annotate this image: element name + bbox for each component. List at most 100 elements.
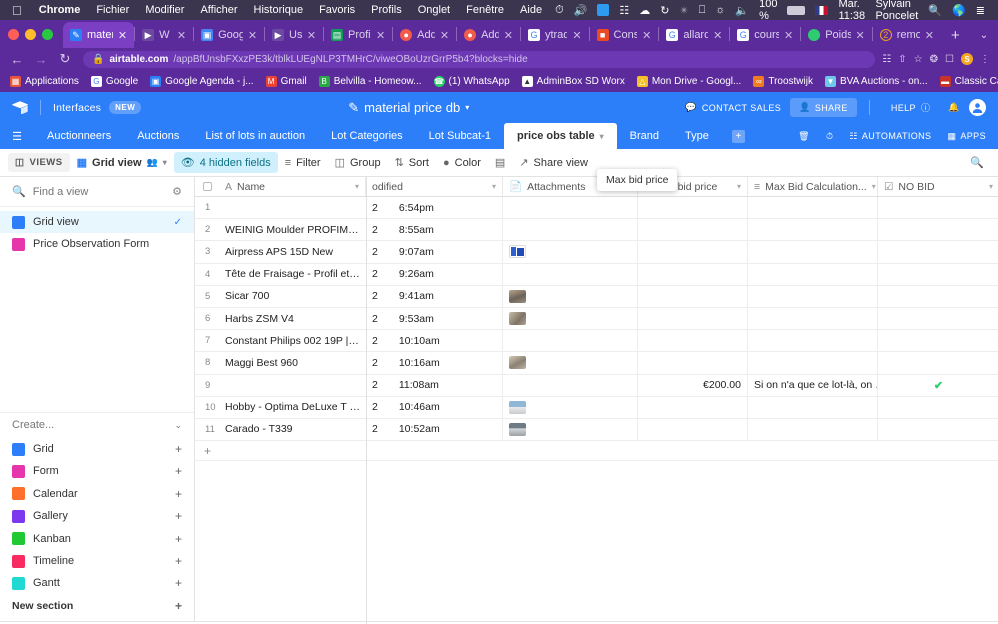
cell-no-bid[interactable]	[878, 308, 998, 329]
row-height-button[interactable]: ▤	[488, 152, 512, 173]
minimize-window-button[interactable]	[25, 28, 36, 40]
cell-max-bid-price[interactable]	[638, 285, 748, 307]
cell-name[interactable]	[219, 375, 366, 396]
cell-no-bid[interactable]	[878, 264, 998, 285]
cell-max-bid-calculation[interactable]: Si on n'a que ce lot-là, on …	[748, 374, 878, 396]
table-tab-lot-categories[interactable]: Lot Categories	[318, 123, 416, 149]
table-tab-brand[interactable]: Brand	[617, 123, 672, 149]
cell-max-bid-calculation[interactable]	[748, 352, 878, 374]
cell-name[interactable]: WEINIG Moulder PROFIM…	[219, 219, 366, 240]
sidebar-item-grid-view[interactable]: Grid view ✓	[0, 211, 194, 233]
cell-no-bid[interactable]	[878, 419, 998, 440]
table-row[interactable]: 10 Hobby - Optima DeLuxe T … 2 10:46am	[195, 396, 998, 419]
battery-icon[interactable]	[782, 5, 810, 15]
browser-tab[interactable]: ■ Cons ✕	[590, 22, 659, 48]
attachment-thumbnail[interactable]	[509, 289, 526, 303]
history-icon[interactable]: ⏱	[818, 131, 841, 142]
cell-attachments[interactable]	[503, 352, 638, 374]
close-icon[interactable]: ✕	[504, 29, 513, 42]
bookmark-item[interactable]: ▣ Google Agenda - j...	[145, 75, 258, 87]
cell-attachments[interactable]	[503, 241, 638, 263]
table-tab-type[interactable]: Type	[672, 123, 722, 149]
user-avatar-icon[interactable]	[968, 99, 986, 116]
create-grid[interactable]: Grid +	[0, 438, 194, 460]
table-row[interactable]: 4 Tête de Fraisage - Profil et… 2 9:26am	[195, 263, 998, 286]
group-button[interactable]: ◫ Group	[328, 152, 388, 173]
bookmark-item[interactable]: B Belvilla - Homeow...	[314, 75, 427, 87]
close-icon[interactable]: ✕	[118, 29, 127, 42]
close-icon[interactable]: ✕	[440, 29, 449, 42]
address-bar[interactable]: 🔒 airtable.com/appBfUnsbFXxzPE3k/tblkLUE…	[83, 50, 876, 68]
chevron-down-icon[interactable]: ▾	[989, 182, 993, 191]
window-controls[interactable]	[8, 20, 63, 48]
cell-attachments[interactable]	[503, 219, 638, 241]
select-all-checkbox[interactable]	[195, 177, 219, 196]
cell-max-bid-price[interactable]	[638, 352, 748, 374]
cell-modified[interactable]: 2 6:54pm	[366, 197, 503, 219]
table-row[interactable]: 6 Harbs ZSM V4 2 9:53am	[195, 307, 998, 331]
add-table-button[interactable]: +	[722, 123, 755, 149]
cell-max-bid-calculation[interactable]	[748, 219, 878, 241]
browser-tab[interactable]: G allard ✕	[659, 22, 729, 48]
create-calendar[interactable]: Calendar +	[0, 483, 194, 505]
wifi-icon[interactable]: ☼	[710, 4, 730, 16]
cell-attachments[interactable]	[503, 307, 638, 330]
chevron-down-icon[interactable]: ▾	[737, 182, 741, 191]
close-icon[interactable]: ✕	[248, 29, 257, 42]
create-kanban[interactable]: Kanban +	[0, 527, 194, 549]
gear-icon[interactable]: ⚙	[172, 185, 182, 198]
share-icon[interactable]: ⇧	[898, 54, 906, 65]
close-window-button[interactable]	[8, 28, 19, 40]
menu-favoris[interactable]: Favoris	[311, 4, 363, 16]
chevron-down-icon[interactable]: ▾	[600, 132, 604, 141]
globe-icon[interactable]: 🌎	[947, 4, 971, 17]
notification-icon[interactable]: 🔊	[569, 4, 593, 17]
sort-button[interactable]: ⇅ Sort	[388, 152, 436, 173]
table-tab-lot-subcat-1[interactable]: Lot Subcat-1	[416, 123, 504, 149]
cell-name[interactable]: Sicar 700	[219, 286, 366, 307]
cell-no-bid[interactable]: ✔	[878, 375, 998, 396]
chevron-down-icon[interactable]: ⌄	[174, 420, 182, 431]
profile-avatar[interactable]: S	[961, 53, 973, 65]
bookmark-item[interactable]: ▼ BVA Auctions - on...	[820, 75, 933, 87]
attachment-thumbnail[interactable]	[509, 245, 526, 259]
table-row[interactable]: 5 Sicar 700 2 9:41am	[195, 285, 998, 308]
cell-no-bid[interactable]	[878, 197, 998, 218]
cell-max-bid-calculation[interactable]	[748, 396, 878, 418]
browser-tab[interactable]: G cours ✕	[730, 22, 800, 48]
cell-max-bid-calculation[interactable]	[748, 241, 878, 263]
attachment-thumbnail[interactable]	[509, 356, 526, 370]
flag-fr-icon[interactable]	[810, 5, 833, 15]
column-header-max-bid-calculation[interactable]: ≡ Max Bid Calculation... ▾	[748, 177, 878, 196]
bookmark-item[interactable]: ☎ (1) WhatsApp	[429, 75, 515, 87]
close-icon[interactable]: ✕	[713, 29, 722, 42]
bookmark-item[interactable]: M Gmail	[261, 75, 312, 87]
cell-modified[interactable]: 2 9:07am	[366, 241, 503, 263]
cell-modified[interactable]: 2 10:16am	[366, 352, 503, 374]
forward-button[interactable]: →	[30, 52, 52, 67]
browser-tab[interactable]: ✎ mater ✕	[63, 22, 135, 48]
bookmark-item[interactable]: ▲ AdminBox SD Worx	[517, 75, 630, 87]
cloud-icon[interactable]: ☁	[634, 4, 655, 17]
hamburger-icon[interactable]: ☰	[0, 123, 34, 149]
cell-max-bid-price[interactable]	[638, 418, 748, 441]
plus-icon[interactable]: +	[175, 442, 182, 456]
cell-modified[interactable]: 2 9:26am	[366, 263, 503, 285]
close-icon[interactable]: ✕	[784, 29, 793, 42]
bookmark-item[interactable]: ∞ Troostwijk	[748, 75, 818, 87]
volume-icon[interactable]: 🔈	[730, 4, 754, 17]
plus-icon[interactable]: +	[204, 444, 375, 458]
plus-icon[interactable]: +	[175, 532, 182, 546]
cell-attachments[interactable]	[503, 396, 638, 418]
browser-tab[interactable]: Poids ✕	[801, 22, 872, 48]
control-center-icon[interactable]: ≣	[971, 4, 990, 17]
tab-search-chevron-icon[interactable]: ⌄	[970, 22, 998, 48]
chevron-down-icon[interactable]: ▾	[355, 182, 359, 191]
apps-button[interactable]: ▦ APPS	[939, 131, 998, 142]
sidebar-item-price-observation-form[interactable]: Price Observation Form	[0, 233, 194, 255]
find-view-row[interactable]: 🔍 ⚙	[0, 177, 194, 207]
cell-max-bid-price[interactable]	[638, 241, 748, 263]
grid-icon[interactable]: ☷	[614, 4, 634, 17]
close-icon[interactable]: ✕	[856, 29, 865, 42]
create-section-header[interactable]: Create... ⌄	[0, 411, 194, 438]
